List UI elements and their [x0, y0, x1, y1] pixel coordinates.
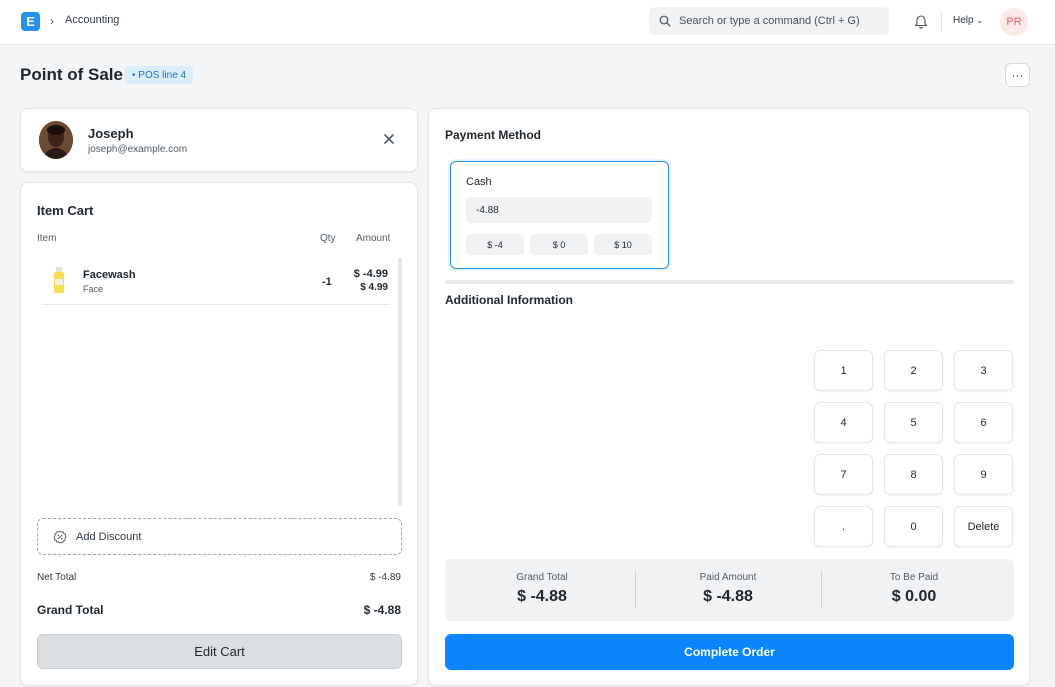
numpad-key-2[interactable]: 2 [884, 350, 943, 391]
search-bar[interactable]: Search or type a command (Ctrl + G) [649, 7, 889, 35]
numpad-key-9[interactable]: 9 [954, 454, 1013, 495]
column-header-amount: Amount [356, 233, 391, 244]
shortcut-amount-button[interactable]: $ 0 [530, 234, 588, 255]
help-dropdown[interactable]: Help ⌄ [953, 15, 983, 26]
user-avatar[interactable]: PR [1000, 8, 1028, 36]
status-badge: • POS line 4 [125, 66, 194, 84]
cart-scrollbar[interactable] [398, 258, 402, 506]
search-icon [659, 15, 671, 27]
numpad-key-6[interactable]: 6 [954, 402, 1013, 443]
numpad-key-delete[interactable]: Delete [954, 506, 1013, 547]
shortcut-amount-button[interactable]: $ 10 [594, 234, 652, 255]
numpad-key-8[interactable]: 8 [884, 454, 943, 495]
numpad-key-0[interactable]: 0 [884, 506, 943, 547]
numpad-key-7[interactable]: 7 [814, 454, 873, 495]
navbar-divider [941, 12, 942, 32]
additional-information-title: Additional Information [445, 293, 573, 307]
payment-totals: Grand Total $ -4.88 Paid Amount $ -4.88 … [445, 559, 1014, 621]
column-header-qty: Qty [320, 233, 336, 244]
summary-value: $ -4.88 [517, 588, 567, 605]
numpad-key-decimal[interactable]: . [814, 506, 873, 547]
page-title: Point of Sale [20, 65, 123, 84]
search-placeholder: Search or type a command (Ctrl + G) [679, 15, 860, 27]
product-image [54, 267, 64, 293]
customer-name: Joseph [88, 126, 134, 141]
payment-method-title: Payment Method [445, 128, 542, 142]
edit-cart-button[interactable]: Edit Cart [37, 634, 402, 669]
net-total-value: $ -4.89 [369, 572, 401, 583]
paid-amount-summary: Paid Amount $ -4.88 [635, 559, 821, 621]
shortcut-amount-button[interactable]: $ -4 [466, 234, 524, 255]
grand-total-value: $ -4.88 [363, 603, 401, 617]
breadcrumb-accounting[interactable]: Accounting [65, 14, 119, 26]
payment-mode-cash[interactable]: Cash -4.88 $ -4 $ 0 $ 10 [450, 161, 669, 269]
to-be-paid-summary: To Be Paid $ 0.00 [821, 559, 1007, 621]
payment-card: Payment Method Cash -4.88 $ -4 $ 0 $ 10 … [428, 108, 1030, 686]
payment-mode-label: Cash [466, 176, 492, 188]
grand-total-summary: Grand Total $ -4.88 [449, 559, 635, 621]
section-divider [445, 280, 1014, 284]
customer-email: joseph@example.com [88, 144, 188, 155]
numpad-key-5[interactable]: 5 [884, 402, 943, 443]
help-label: Help [953, 15, 974, 26]
numpad-key-4[interactable]: 4 [814, 402, 873, 443]
item-group: Face [83, 284, 104, 294]
chevron-down-icon: ⌄ [976, 16, 984, 25]
grand-total-label: Grand Total [37, 603, 104, 617]
cart-title: Item Cart [37, 203, 94, 218]
numpad-key-1[interactable]: 1 [814, 350, 873, 391]
customer-avatar [39, 121, 73, 159]
add-discount-label: Add Discount [76, 530, 142, 543]
summary-label: Grand Total [516, 572, 568, 583]
add-discount-button[interactable]: Add Discount [37, 518, 402, 555]
close-icon[interactable] [383, 133, 395, 145]
navbar: E › Accounting Search or type a command … [0, 0, 1055, 45]
complete-order-button[interactable]: Complete Order [445, 634, 1014, 670]
summary-label: To Be Paid [889, 572, 939, 583]
item-name: Facewash [83, 269, 136, 281]
item-qty: -1 [322, 276, 332, 288]
numpad-key-3[interactable]: 3 [954, 350, 1013, 391]
summary-value: $ -4.88 [703, 588, 753, 605]
more-button[interactable]: ··· [1005, 63, 1030, 87]
summary-value: $ 0.00 [891, 588, 937, 605]
summary-label: Paid Amount [699, 572, 757, 583]
discount-icon [53, 529, 67, 544]
cart-item-row[interactable]: Facewash Face -1 $ -4.99 $ 4.99 [42, 261, 390, 305]
more-icon: ··· [1011, 68, 1024, 82]
item-amount: $ -4.99 [353, 268, 388, 280]
customer-card[interactable]: Joseph joseph@example.com [20, 108, 418, 172]
item-rate: $ 4.99 [360, 282, 388, 293]
payment-amount-input[interactable]: -4.88 [466, 197, 652, 223]
chevron-right-icon: › [50, 14, 54, 28]
column-header-item: Item [37, 233, 57, 244]
bell-icon[interactable] [914, 14, 928, 29]
item-cart-card: Item Cart Item Qty Amount Facewash Face … [20, 182, 418, 686]
app-logo[interactable]: E [21, 12, 40, 31]
net-total-label: Net Total [37, 572, 77, 583]
